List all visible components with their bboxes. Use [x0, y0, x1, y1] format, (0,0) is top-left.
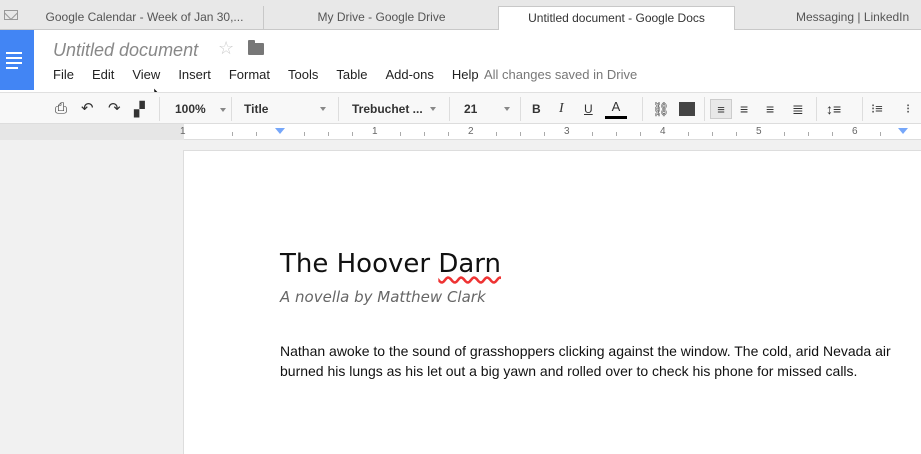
menu-table[interactable]: Table	[336, 67, 367, 82]
toolbar-divider	[449, 97, 450, 121]
toolbar-divider	[338, 97, 339, 121]
tab-untitled-document[interactable]: Untitled document - Google Docs	[498, 6, 735, 31]
line-spacing-icon[interactable]: ↕≡	[826, 99, 841, 119]
docs-header: Untitled document ☆ File Edit View Inser…	[0, 30, 921, 104]
toolbar-divider	[816, 97, 817, 121]
browser-tab-bar: Google Calendar - Week of Jan 30,... My …	[0, 0, 921, 31]
menu-edit[interactable]: Edit	[92, 67, 114, 82]
ruler-number: 1	[180, 126, 186, 137]
font-select[interactable]: Trebuchet ...	[352, 99, 436, 119]
italic-icon[interactable]: I	[559, 99, 564, 119]
menu-view[interactable]: View	[132, 67, 160, 82]
justify-icon[interactable]: ≣	[792, 99, 804, 119]
align-right-icon[interactable]: ≡	[766, 99, 774, 119]
toolbar-divider	[862, 97, 863, 121]
ruler-number: 2	[468, 126, 474, 137]
tab-label: Untitled document - Google Docs	[528, 11, 705, 25]
right-indent-marker-icon[interactable]	[898, 128, 908, 134]
formatting-toolbar: ⎙ ↶ ↷ ▞ 100% Title Trebuchet ... 21 B I …	[0, 92, 921, 203]
toolbar-divider	[642, 97, 643, 121]
tab-label: My Drive - Google Drive	[317, 10, 446, 24]
document-page[interactable]: The Hoover Darn A novella by Matthew Cla…	[183, 150, 921, 454]
text-color-icon[interactable]: A	[605, 99, 627, 119]
paragraph-style-select[interactable]: Title	[244, 99, 326, 119]
tab-label: Messaging | LinkedIn	[796, 10, 910, 24]
ruler-number: 6	[852, 126, 858, 137]
redo-icon[interactable]: ↷	[108, 99, 121, 119]
folder-icon[interactable]	[248, 40, 264, 55]
style-value: Title	[244, 102, 269, 116]
font-value: Trebuchet ...	[352, 102, 423, 116]
undo-icon[interactable]: ↶	[81, 99, 94, 119]
document-title[interactable]: Untitled document	[53, 40, 198, 61]
ruler-number: 3	[564, 126, 570, 137]
print-icon[interactable]: ⎙	[55, 99, 67, 119]
mail-icon	[4, 10, 18, 20]
heading-text: The Hoover	[280, 249, 439, 279]
align-center-icon[interactable]: ≡	[740, 99, 748, 119]
misspelled-word[interactable]: Darn	[438, 249, 501, 279]
ruler-number: 5	[756, 126, 762, 137]
menu-tools[interactable]: Tools	[288, 67, 318, 82]
tab-linkedin[interactable]: Messaging | LinkedIn	[736, 6, 921, 30]
tab-google-calendar[interactable]: Google Calendar - Week of Jan 30,...	[26, 6, 264, 30]
align-left-icon[interactable]: ≡	[710, 99, 732, 119]
numbered-list-icon[interactable]: ⁝≡	[871, 99, 883, 119]
size-value: 21	[464, 102, 478, 116]
zoom-value: 100%	[175, 102, 206, 116]
bulleted-list-icon[interactable]: ⁝	[906, 99, 910, 119]
link-icon[interactable]: ⛓	[652, 99, 670, 119]
menu-help[interactable]: Help	[452, 67, 479, 82]
menu-insert[interactable]: Insert	[178, 67, 211, 82]
star-icon[interactable]: ☆	[218, 38, 234, 59]
tab-label: Google Calendar - Week of Jan 30,...	[45, 10, 244, 24]
save-status[interactable]: All changes saved in Drive	[484, 67, 637, 82]
ruler[interactable]: 1 1 2 3 4 5 6	[0, 124, 921, 140]
document-paragraph[interactable]: Nathan awoke to the sound of grasshopper…	[280, 341, 900, 381]
ruler-margin	[0, 124, 184, 140]
menu-bar: File Edit View Insert Format Tools Table…	[53, 67, 497, 82]
font-size-select[interactable]: 21	[464, 99, 510, 119]
menu-add-ons[interactable]: Add-ons	[385, 67, 433, 82]
comment-icon[interactable]	[679, 102, 695, 116]
menu-format[interactable]: Format	[229, 67, 270, 82]
docs-logo-icon[interactable]	[0, 30, 34, 90]
ruler-number: 1	[372, 126, 378, 137]
menu-file[interactable]: File	[53, 67, 74, 82]
underline-icon[interactable]: U	[584, 99, 593, 119]
toolbar-divider	[520, 97, 521, 121]
tab-my-drive[interactable]: My Drive - Google Drive	[264, 6, 500, 30]
document-heading[interactable]: The Hoover Darn	[280, 249, 501, 279]
ruler-number: 4	[660, 126, 666, 137]
zoom-select[interactable]: 100%	[175, 99, 226, 119]
document-subtitle[interactable]: A novella by Matthew Clark	[280, 288, 486, 306]
paint-format-icon[interactable]: ▞	[134, 99, 145, 119]
toolbar-divider	[159, 97, 160, 121]
toolbar-divider	[231, 97, 232, 121]
toolbar-divider	[704, 97, 705, 121]
bold-icon[interactable]: B	[532, 99, 541, 119]
indent-marker-icon[interactable]	[275, 128, 285, 134]
